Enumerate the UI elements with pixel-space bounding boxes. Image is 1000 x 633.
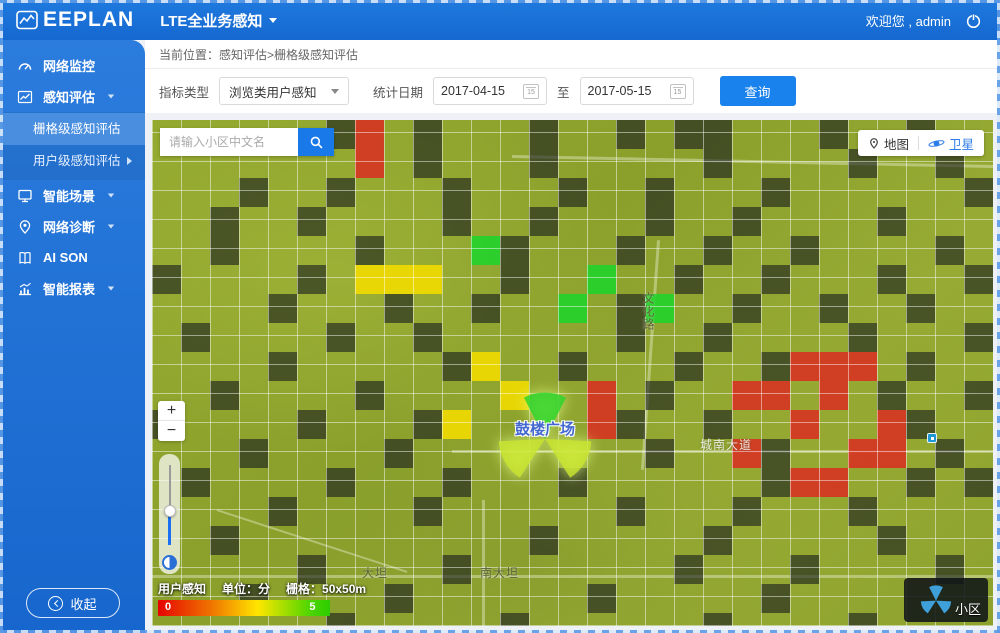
sidebar: 网络监控感知评估栅格级感知评估用户级感知评估智能场景网络诊断 AI SON 智能报表…: [0, 40, 145, 633]
layer-option-satellite[interactable]: 卫星: [928, 134, 974, 153]
sidebar-item-smart-report[interactable]: 智能报表: [0, 273, 145, 304]
legend-grid-size: 栅格：50x50m: [286, 580, 366, 597]
poi-icon: [927, 433, 937, 443]
map-canvas[interactable]: 文化路城南大道大坦 南大坦 鼓楼广场 地图: [152, 120, 993, 626]
sidebar-item-ai-son[interactable]: AI SON: [0, 242, 145, 273]
search-input[interactable]: [160, 128, 298, 156]
zoom-controls: + −: [158, 401, 185, 441]
metric-type-label: 指标类型: [159, 82, 209, 101]
collapse-sidebar-button[interactable]: 收起: [26, 588, 120, 618]
layer-option-map[interactable]: 地图: [868, 134, 909, 153]
trend-icon: [17, 89, 33, 105]
layer-map-label: 地图: [884, 134, 909, 153]
chevron-left-circle-icon: [48, 596, 63, 611]
road-label: 大坦: [362, 564, 388, 581]
book-icon: [17, 250, 33, 266]
chevron-down-icon: [108, 194, 114, 198]
app-title: LTE全业务感知: [160, 10, 262, 31]
bars-icon: [17, 281, 33, 297]
cell-sectors-icon: [918, 582, 954, 618]
layer-toggle: 地图 卫星: [858, 130, 984, 156]
layer-satellite-label: 卫星: [949, 134, 974, 153]
date-to-input[interactable]: 2017-05-15 15: [580, 77, 694, 105]
breadcrumb-bar: 当前位置：感知评估>栅格级感知评估: [145, 40, 1000, 69]
map-pin-icon: [868, 137, 880, 150]
chevron-down-icon: [108, 95, 114, 99]
chevron-down-icon: [108, 287, 114, 291]
sidebar-item-network-monitor[interactable]: 网络监控: [0, 50, 145, 81]
sidebar-item-label: 智能报表: [43, 279, 95, 298]
query-button[interactable]: 查询: [720, 76, 796, 106]
slider-handle[interactable]: [164, 505, 176, 517]
chevron-down-icon: [108, 225, 114, 229]
sidebar-item-network-diagnosis[interactable]: 网络诊断: [0, 211, 145, 242]
legend-unit: 单位：分: [222, 580, 270, 597]
submenu: 栅格级感知评估用户级感知评估: [0, 112, 145, 180]
zoom-in-button[interactable]: +: [158, 401, 185, 421]
sidebar-subitem-label: 栅格级感知评估: [33, 122, 121, 136]
legend-title: 用户感知: [158, 580, 206, 597]
app-title-dropdown[interactable]: LTE全业务感知: [160, 10, 277, 31]
legend-min: 0: [165, 601, 171, 613]
search-button[interactable]: [298, 128, 334, 156]
collapse-label: 收起: [70, 594, 96, 613]
monitor-icon: [17, 188, 33, 204]
legend-gradient-bar: 0 5: [158, 600, 330, 616]
brand-logo: EEPLAN: [16, 8, 134, 32]
chevron-down-icon: [331, 89, 339, 94]
road-label: 城南大道: [700, 436, 752, 453]
metric-type-value: 浏览类用户感知: [229, 82, 317, 101]
date-from-value: 2017-04-15: [441, 84, 505, 98]
sidebar-subitem-label: 用户级感知评估: [33, 154, 121, 168]
sidebar-item-label: AI SON: [43, 250, 88, 265]
cell-layer-button[interactable]: 小区: [904, 578, 988, 622]
opacity-slider: [159, 454, 180, 574]
divider: [918, 136, 919, 150]
brand-name: EEPLAN: [43, 8, 134, 32]
sidebar-item-label: 智能场景: [43, 186, 95, 205]
logout-power-icon[interactable]: [965, 12, 982, 29]
satellite-icon: [928, 138, 945, 149]
date-range-label: 统计日期: [373, 82, 423, 101]
zoom-out-button[interactable]: −: [158, 421, 185, 441]
gauge-icon: [17, 58, 33, 74]
breadcrumb: 当前位置：感知评估>栅格级感知评估: [159, 46, 358, 63]
date-to-value: 2017-05-15: [588, 84, 652, 98]
brand-icon: [16, 10, 38, 30]
map-search: [160, 128, 334, 156]
sidebar-subitem-user-perception[interactable]: 用户级感知评估: [0, 145, 145, 177]
sidebar-item-smart-scene[interactable]: 智能场景: [0, 180, 145, 211]
calendar-icon: 15: [670, 84, 686, 99]
legend-max: 5: [309, 601, 315, 613]
filter-bar: 指标类型 浏览类用户感知 统计日期 2017-04-15 15 至 2017-0…: [145, 69, 1000, 113]
place-marker-label[interactable]: 鼓楼广场: [482, 418, 608, 439]
date-from-input[interactable]: 2017-04-15 15: [433, 77, 547, 105]
contrast-icon[interactable]: [162, 555, 177, 570]
sidebar-item-label: 网络监控: [43, 56, 95, 75]
sidebar-item-label: 感知评估: [43, 87, 95, 106]
sidebar-item-label: 网络诊断: [43, 217, 95, 236]
sidebar-subitem-grid-perception[interactable]: 栅格级感知评估: [0, 113, 145, 145]
chevron-down-icon: [269, 18, 277, 23]
welcome-text: 欢迎您 , admin: [866, 11, 951, 30]
sidebar-item-perception-eval[interactable]: 感知评估: [0, 81, 145, 112]
top-bar: EEPLAN LTE全业务感知 欢迎您 , admin: [0, 0, 1000, 40]
date-to-word: 至: [557, 82, 570, 101]
metric-type-select[interactable]: 浏览类用户感知: [219, 77, 349, 105]
road-label: 文化路: [640, 292, 657, 331]
calendar-icon: 15: [523, 84, 539, 99]
search-icon: [309, 135, 324, 150]
map-legend: 用户感知 单位：分 栅格：50x50m 0 5: [158, 580, 366, 616]
app-window: EEPLAN LTE全业务感知 欢迎您 , admin 网络监控感知评估栅格级感…: [0, 0, 1000, 633]
road-label: 南大坦: [480, 564, 519, 581]
chevron-right-icon: [127, 157, 132, 165]
pin-icon: [17, 219, 33, 235]
cell-button-label: 小区: [955, 599, 981, 618]
